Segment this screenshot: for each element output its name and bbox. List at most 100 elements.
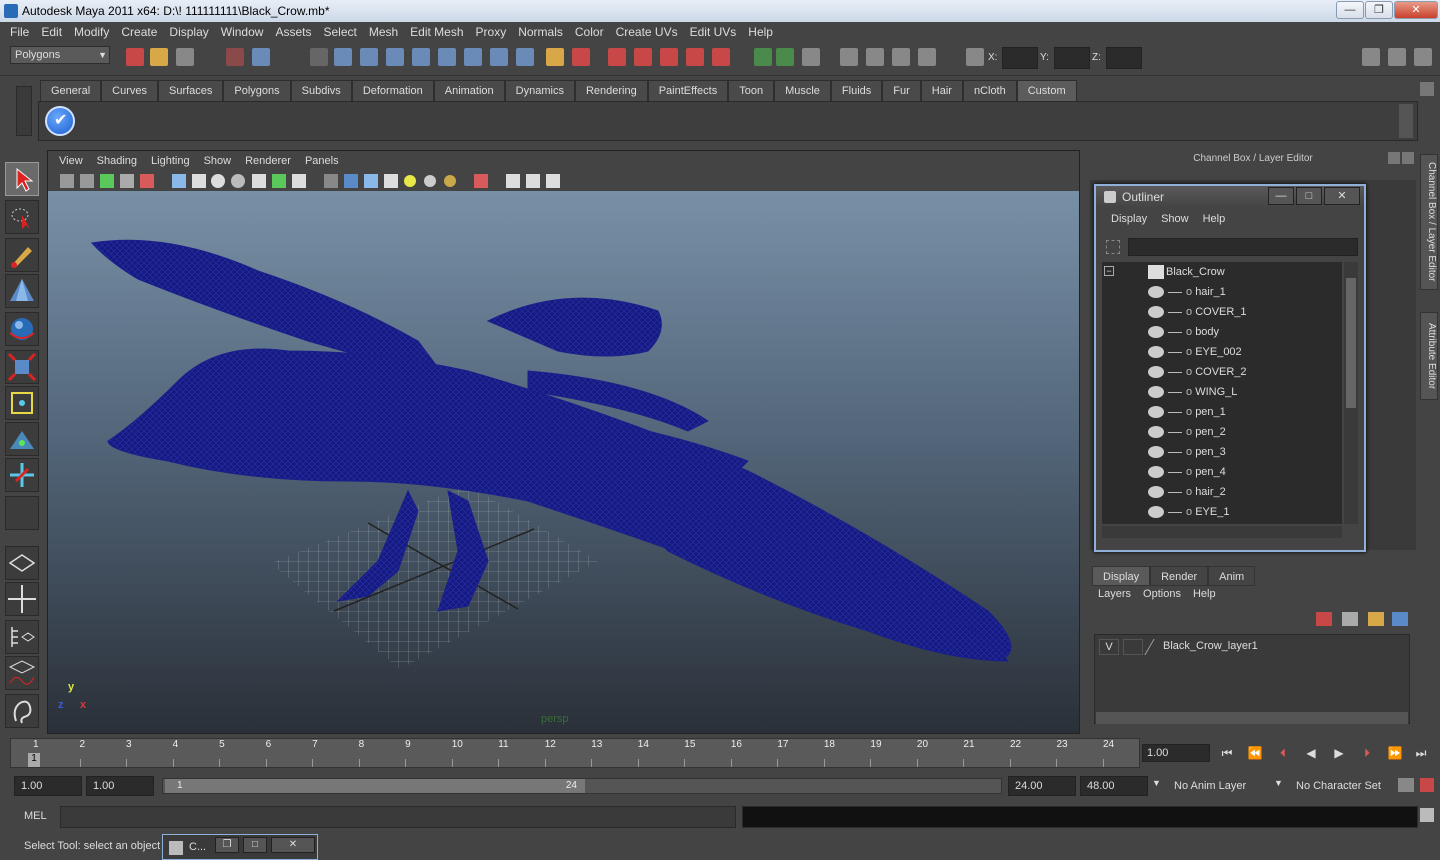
paint-select-tool-icon[interactable] xyxy=(5,238,39,272)
input-ops-icon[interactable] xyxy=(754,48,772,66)
character-set-dropdown[interactable]: No Character Set xyxy=(1292,776,1402,796)
shelf-tab-rendering[interactable]: Rendering xyxy=(574,80,648,101)
shelf-tab-fluids[interactable]: Fluids xyxy=(830,80,883,101)
open-scene-icon[interactable] xyxy=(150,48,168,66)
playback-start-input[interactable]: 1.00 xyxy=(86,776,154,796)
tree-item[interactable]: pen_3 xyxy=(1102,442,1342,462)
shelf-tab-custom[interactable]: Custom xyxy=(1016,80,1077,101)
minimized-restore-button[interactable]: ❐ xyxy=(215,837,239,853)
universal-manipulator-icon[interactable] xyxy=(5,386,39,420)
menu-mesh[interactable]: Mesh xyxy=(363,25,404,39)
shelf-tab-curves[interactable]: Curves xyxy=(101,80,158,101)
shelf-tab-painteffects[interactable]: PaintEffects xyxy=(647,80,729,101)
layer-menu-layers[interactable]: Layers xyxy=(1092,588,1137,600)
deformations-mask-icon[interactable] xyxy=(438,48,456,66)
layer-row[interactable]: V Black_Crow_layer1 xyxy=(1099,639,1399,655)
menu-create[interactable]: Create xyxy=(115,25,163,39)
make-live-icon[interactable] xyxy=(712,48,730,66)
tree-item[interactable]: pen_2 xyxy=(1102,422,1342,442)
layer-horizontal-scrollbar[interactable] xyxy=(1096,712,1408,724)
step-forward-frame-icon[interactable]: ⏩ xyxy=(1386,746,1404,762)
dynamics-mask-icon[interactable] xyxy=(464,48,482,66)
surfaces-mask-icon[interactable] xyxy=(412,48,430,66)
filter-icon[interactable] xyxy=(1106,240,1120,254)
snap-view-plane-icon[interactable] xyxy=(686,48,704,66)
outliner-maximize-button[interactable]: □ xyxy=(1296,187,1322,205)
tree-item[interactable]: hair_2 xyxy=(1102,482,1342,502)
shelf-menu-icon[interactable] xyxy=(16,86,32,136)
outliner-menu-show[interactable]: Show xyxy=(1154,213,1196,225)
menu-file[interactable]: File xyxy=(4,25,35,39)
checkmark-shelf-button-icon[interactable] xyxy=(45,106,75,136)
outliner-menu-display[interactable]: Display xyxy=(1104,213,1154,225)
render-settings-icon[interactable] xyxy=(918,48,936,66)
shelf-tab-subdivs[interactable]: Subdivs xyxy=(290,80,352,101)
move-tool-icon[interactable] xyxy=(5,274,39,308)
persp-outliner-layout-icon[interactable] xyxy=(5,620,39,654)
tree-item[interactable]: body xyxy=(1102,322,1342,342)
rendering-mask-icon[interactable] xyxy=(490,48,508,66)
curves-mask-icon[interactable] xyxy=(386,48,404,66)
viewport-menu-show[interactable]: Show xyxy=(197,155,239,167)
shelf-tab-deformation[interactable]: Deformation xyxy=(351,80,434,101)
layer-color-swatch[interactable] xyxy=(1144,639,1164,655)
snap-curve-icon[interactable] xyxy=(634,48,652,66)
play-forwards-icon[interactable]: ▶ xyxy=(1330,746,1348,762)
end-time-input[interactable]: 48.00 xyxy=(1080,776,1148,796)
scale-tool-icon[interactable] xyxy=(5,350,39,384)
viewport-menu-view[interactable]: View xyxy=(52,155,90,167)
tree-item-root[interactable]: − Black_Crow xyxy=(1102,262,1342,282)
minimized-maximize-button[interactable]: □ xyxy=(243,837,267,853)
shelf-tab-general[interactable]: General xyxy=(40,80,102,101)
layer-tab-anim[interactable]: Anim xyxy=(1208,566,1256,586)
shelf-tab-dynamics[interactable]: Dynamics xyxy=(504,80,575,101)
menu-display[interactable]: Display xyxy=(163,25,214,39)
x-input[interactable] xyxy=(1002,47,1038,69)
menu-assets[interactable]: Assets xyxy=(269,25,317,39)
channel-box-toggle-icon[interactable] xyxy=(1414,48,1432,66)
persp-graph-layout-icon[interactable] xyxy=(5,656,39,690)
tree-item[interactable]: COVER_2 xyxy=(1102,362,1342,382)
trash-icon[interactable] xyxy=(1420,82,1434,96)
soft-modification-icon[interactable] xyxy=(5,422,39,456)
step-forward-key-icon[interactable]: ⏵ xyxy=(1358,746,1376,762)
render-frame-icon[interactable] xyxy=(866,48,884,66)
shelf-tab-surfaces[interactable]: Surfaces xyxy=(157,80,224,101)
y-input[interactable] xyxy=(1054,47,1090,69)
select-by-object-icon[interactable] xyxy=(252,48,270,66)
tree-item[interactable]: hair_1 xyxy=(1102,282,1342,302)
menu-edit-uvs[interactable]: Edit UVs xyxy=(684,25,743,39)
shelf-tab-fur[interactable]: Fur xyxy=(882,80,921,101)
select-mask-icon[interactable] xyxy=(310,48,328,66)
close-panel-icon[interactable] xyxy=(1402,152,1414,164)
outliner-horizontal-scrollbar[interactable] xyxy=(1102,526,1342,538)
layer-tab-display[interactable]: Display xyxy=(1092,566,1151,586)
show-manipulator-icon[interactable] xyxy=(5,458,39,492)
snap-point-icon[interactable] xyxy=(660,48,678,66)
scrollbar-thumb[interactable] xyxy=(1346,278,1356,408)
viewport-menu-lighting[interactable]: Lighting xyxy=(144,155,197,167)
construction-history-icon[interactable] xyxy=(802,48,820,66)
tree-item[interactable]: EYE_002 xyxy=(1102,342,1342,362)
crow-mesh-wireframe[interactable] xyxy=(91,239,1012,662)
command-input[interactable] xyxy=(60,806,736,828)
four-view-layout-icon[interactable] xyxy=(5,582,39,616)
step-back-key-icon[interactable]: ⏴ xyxy=(1274,746,1292,762)
joints-mask-icon[interactable] xyxy=(360,48,378,66)
toggle-sidebar-icon[interactable] xyxy=(1362,48,1380,66)
ipr-render-icon[interactable] xyxy=(892,48,910,66)
menu-edit-mesh[interactable]: Edit Mesh xyxy=(404,25,469,39)
menu-select[interactable]: Select xyxy=(317,25,362,39)
menu-set-dropdown[interactable]: Polygons ▼ xyxy=(10,46,110,64)
render-view-icon[interactable] xyxy=(840,48,858,66)
select-by-hierarchy-icon[interactable] xyxy=(226,48,244,66)
viewport-menu-panels[interactable]: Panels xyxy=(298,155,346,167)
time-slider[interactable]: 1 2 3 4 5 6 7 8 9 10 11 12 13 14 15 16 17 18 19 20 21 22 23 24 … xyxy=(10,738,1140,768)
hypershade-layout-icon[interactable] xyxy=(5,694,39,728)
shelf-tab-animation[interactable]: Animation xyxy=(433,80,505,101)
playback-end-input[interactable]: 24.00 xyxy=(1008,776,1076,796)
tree-item[interactable]: pen_1 xyxy=(1102,402,1342,422)
layer-name[interactable]: Black_Crow_layer1 xyxy=(1163,640,1258,652)
tree-item[interactable]: COVER_1 xyxy=(1102,302,1342,322)
step-back-frame-icon[interactable]: ⏪ xyxy=(1246,746,1264,762)
